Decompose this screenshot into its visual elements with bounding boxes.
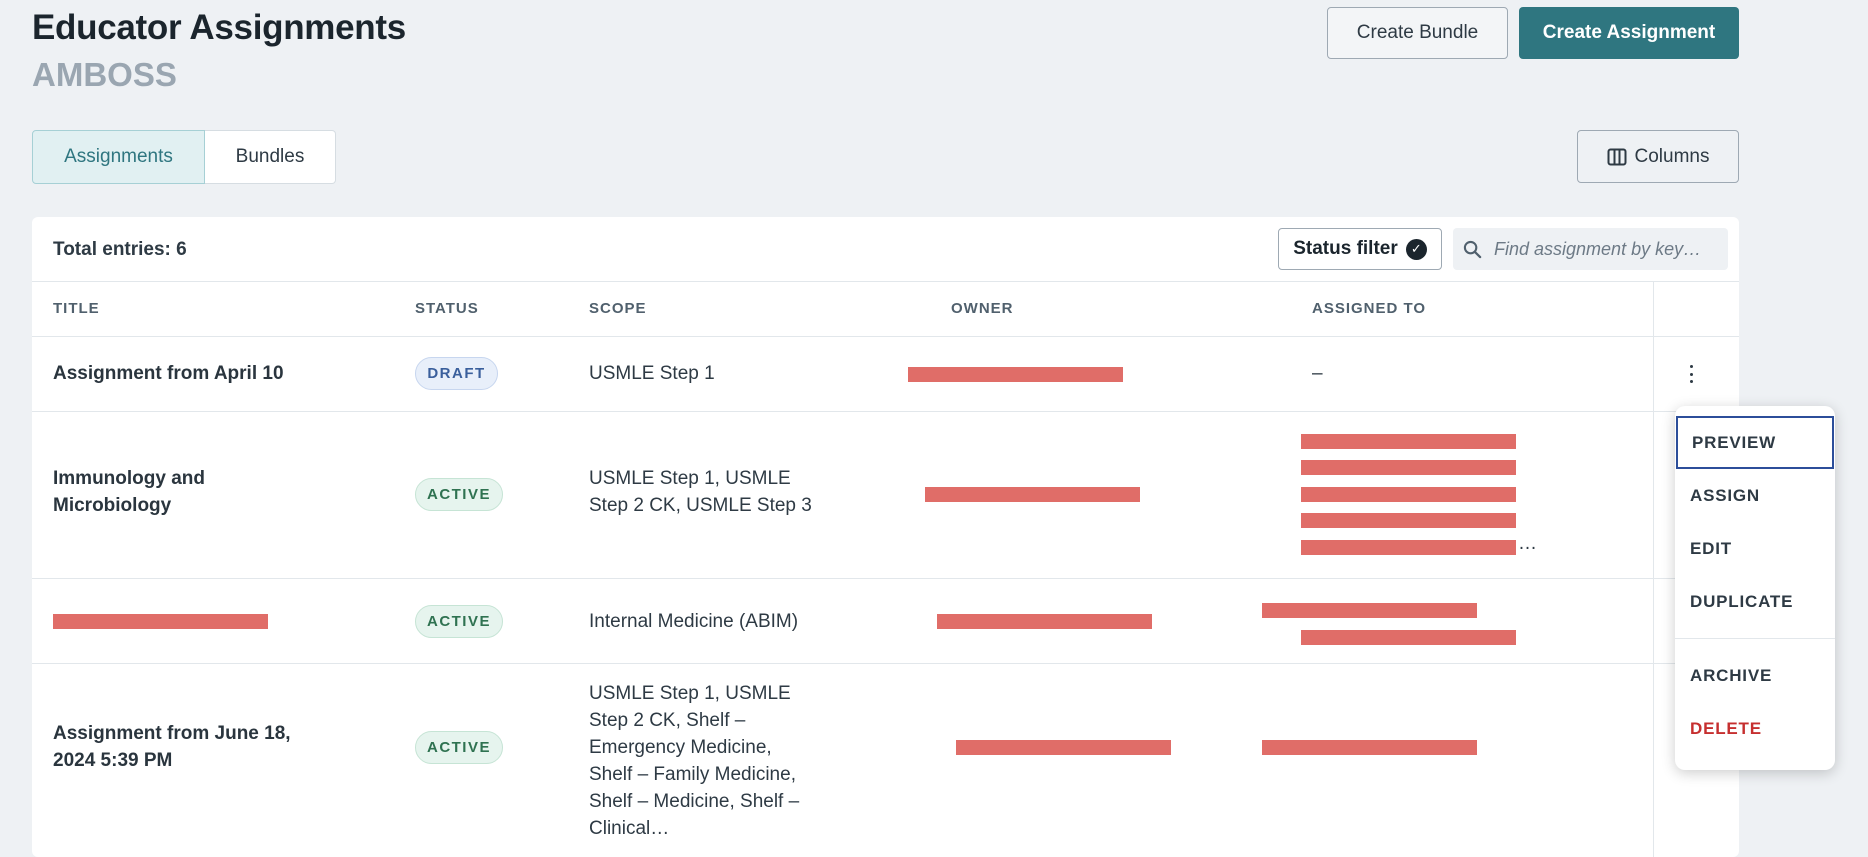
assignments-table: Total entries: 6 Status filter ✓ TITLE S… (32, 217, 1739, 857)
kebab-dot (1689, 372, 1693, 376)
assigned-to-redaction (1301, 513, 1516, 528)
row-2-title[interactable]: Immunology and Microbiology (53, 465, 283, 519)
row-3-scope: Internal Medicine (ABIM) (589, 611, 799, 632)
kebab-dot (1689, 380, 1693, 383)
kebab-dot (1689, 365, 1693, 368)
owner-redaction (925, 487, 1140, 502)
row-actions-menu: PREVIEW ASSIGN EDIT DUPLICATE ARCHIVE DE… (1675, 406, 1835, 770)
column-header-title[interactable]: TITLE (53, 300, 100, 317)
column-header-scope[interactable]: SCOPE (589, 300, 647, 317)
columns-icon (1607, 148, 1626, 165)
owner-redaction (956, 740, 1171, 755)
create-assignment-button[interactable]: Create Assignment (1519, 7, 1739, 59)
assigned-to-redaction (1262, 740, 1477, 755)
assigned-to-redaction (1301, 434, 1516, 449)
assigned-to-redaction (1262, 603, 1477, 618)
row-4-title[interactable]: Assignment from June 18, 2024 5:39 PM (53, 720, 293, 774)
check-circle-icon: ✓ (1405, 238, 1427, 260)
assigned-to-redaction (1301, 630, 1516, 645)
menu-item-duplicate[interactable]: DUPLICATE (1675, 575, 1835, 628)
row-1-title[interactable]: Assignment from April 10 (53, 360, 284, 387)
organization-name: AMBOSS (32, 56, 177, 93)
page-title: Educator Assignments (32, 8, 406, 47)
row-2-scope: USMLE Step 1, USMLE Step 2 CK, USMLE Ste… (589, 468, 812, 516)
row-4-scope: USMLE Step 1, USMLE Step 2 CK, Shelf – E… (589, 683, 800, 839)
columns-button[interactable]: Columns (1577, 130, 1739, 183)
divider (32, 578, 1739, 579)
search-icon (1463, 240, 1482, 258)
status-badge: ACTIVE (415, 478, 503, 511)
row-1-scope: USMLE Step 1 (589, 363, 715, 384)
title-redaction (53, 614, 268, 629)
menu-item-assign[interactable]: ASSIGN (1675, 469, 1835, 522)
status-badge: DRAFT (415, 357, 498, 390)
search-input[interactable] (1492, 237, 1716, 261)
divider (32, 281, 1739, 282)
owner-redaction (908, 367, 1123, 382)
menu-item-delete[interactable]: DELETE (1675, 702, 1835, 755)
view-tabs: Assignments Bundles (32, 130, 336, 184)
row-1-assigned-to: – (1312, 363, 1323, 384)
column-header-assigned-to[interactable]: ASSIGNED TO (1312, 300, 1426, 317)
menu-item-preview[interactable]: PREVIEW (1676, 416, 1834, 469)
column-header-status[interactable]: STATUS (415, 300, 479, 317)
status-filter-button[interactable]: Status filter ✓ (1278, 228, 1442, 270)
create-bundle-button[interactable]: Create Bundle (1327, 7, 1508, 59)
owner-redaction (937, 614, 1152, 629)
actions-column-divider (1653, 282, 1654, 857)
divider (32, 663, 1739, 664)
divider (32, 336, 1739, 337)
assigned-to-overflow: … (1518, 533, 1537, 554)
divider (32, 411, 1739, 412)
tab-assignments[interactable]: Assignments (32, 130, 205, 184)
tab-bundles[interactable]: Bundles (205, 130, 336, 184)
assigned-to-redaction (1301, 540, 1516, 555)
menu-item-archive[interactable]: ARCHIVE (1675, 649, 1835, 702)
menu-item-edit[interactable]: EDIT (1675, 522, 1835, 575)
assigned-to-redaction (1301, 460, 1516, 475)
menu-divider (1675, 638, 1835, 639)
status-badge: ACTIVE (415, 605, 503, 638)
search-box (1453, 228, 1728, 270)
assigned-to-redaction (1301, 487, 1516, 502)
status-badge: ACTIVE (415, 731, 503, 764)
column-header-owner[interactable]: OWNER (951, 300, 1014, 317)
status-filter-label: Status filter (1293, 238, 1398, 259)
columns-button-label: Columns (1634, 145, 1710, 167)
row-actions-menu-button[interactable] (1683, 362, 1699, 386)
total-entries: Total entries: 6 (53, 239, 187, 260)
